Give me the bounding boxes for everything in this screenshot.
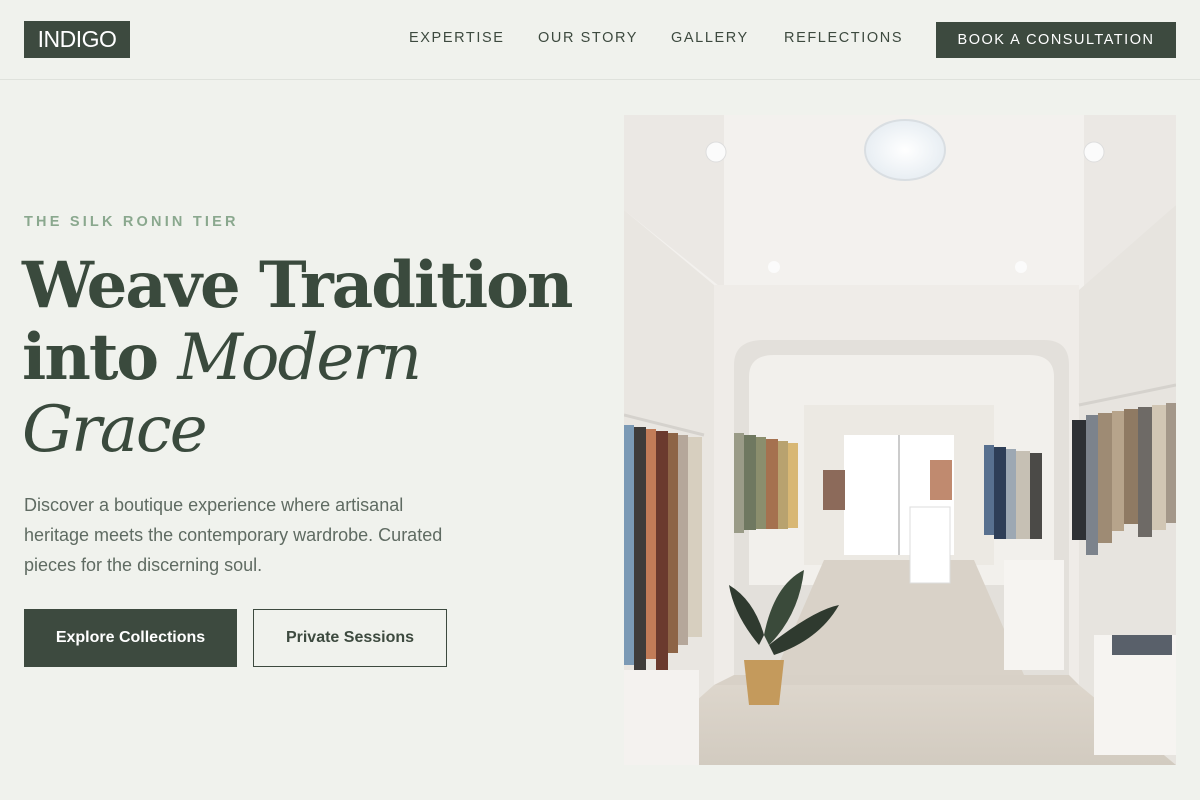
- book-consultation-button[interactable]: BOOK A CONSULTATION: [936, 22, 1176, 58]
- boutique-interior-illustration: [624, 115, 1176, 765]
- headline-line-1: Weave Tradition: [22, 248, 573, 323]
- nav-link-expertise[interactable]: EXPERTISE: [409, 30, 505, 46]
- explore-collections-button[interactable]: Explore Collections: [24, 609, 237, 667]
- nav-link-our-story[interactable]: OUR STORY: [538, 30, 638, 46]
- headline-line-3-italic: Grace: [22, 393, 208, 467]
- nav-link-gallery[interactable]: GALLERY: [671, 30, 749, 46]
- hero-description: Discover a boutique experience where art…: [24, 495, 443, 575]
- nav-link-reflections[interactable]: REFLECTIONS: [784, 30, 903, 46]
- headline-line-2-plain: into: [22, 320, 178, 395]
- site-header: INDIGO EXPERTISE OUR STORY GALLERY REFLE…: [0, 0, 1200, 80]
- private-sessions-button[interactable]: Private Sessions: [253, 609, 447, 667]
- hero-headline: Weave Tradition into Modern Grace: [22, 248, 612, 467]
- headline-line-2-italic: Modern: [177, 321, 422, 395]
- hero-eyebrow: THE SILK RONIN TIER: [24, 214, 239, 230]
- boutique-interior-image: [624, 115, 1176, 765]
